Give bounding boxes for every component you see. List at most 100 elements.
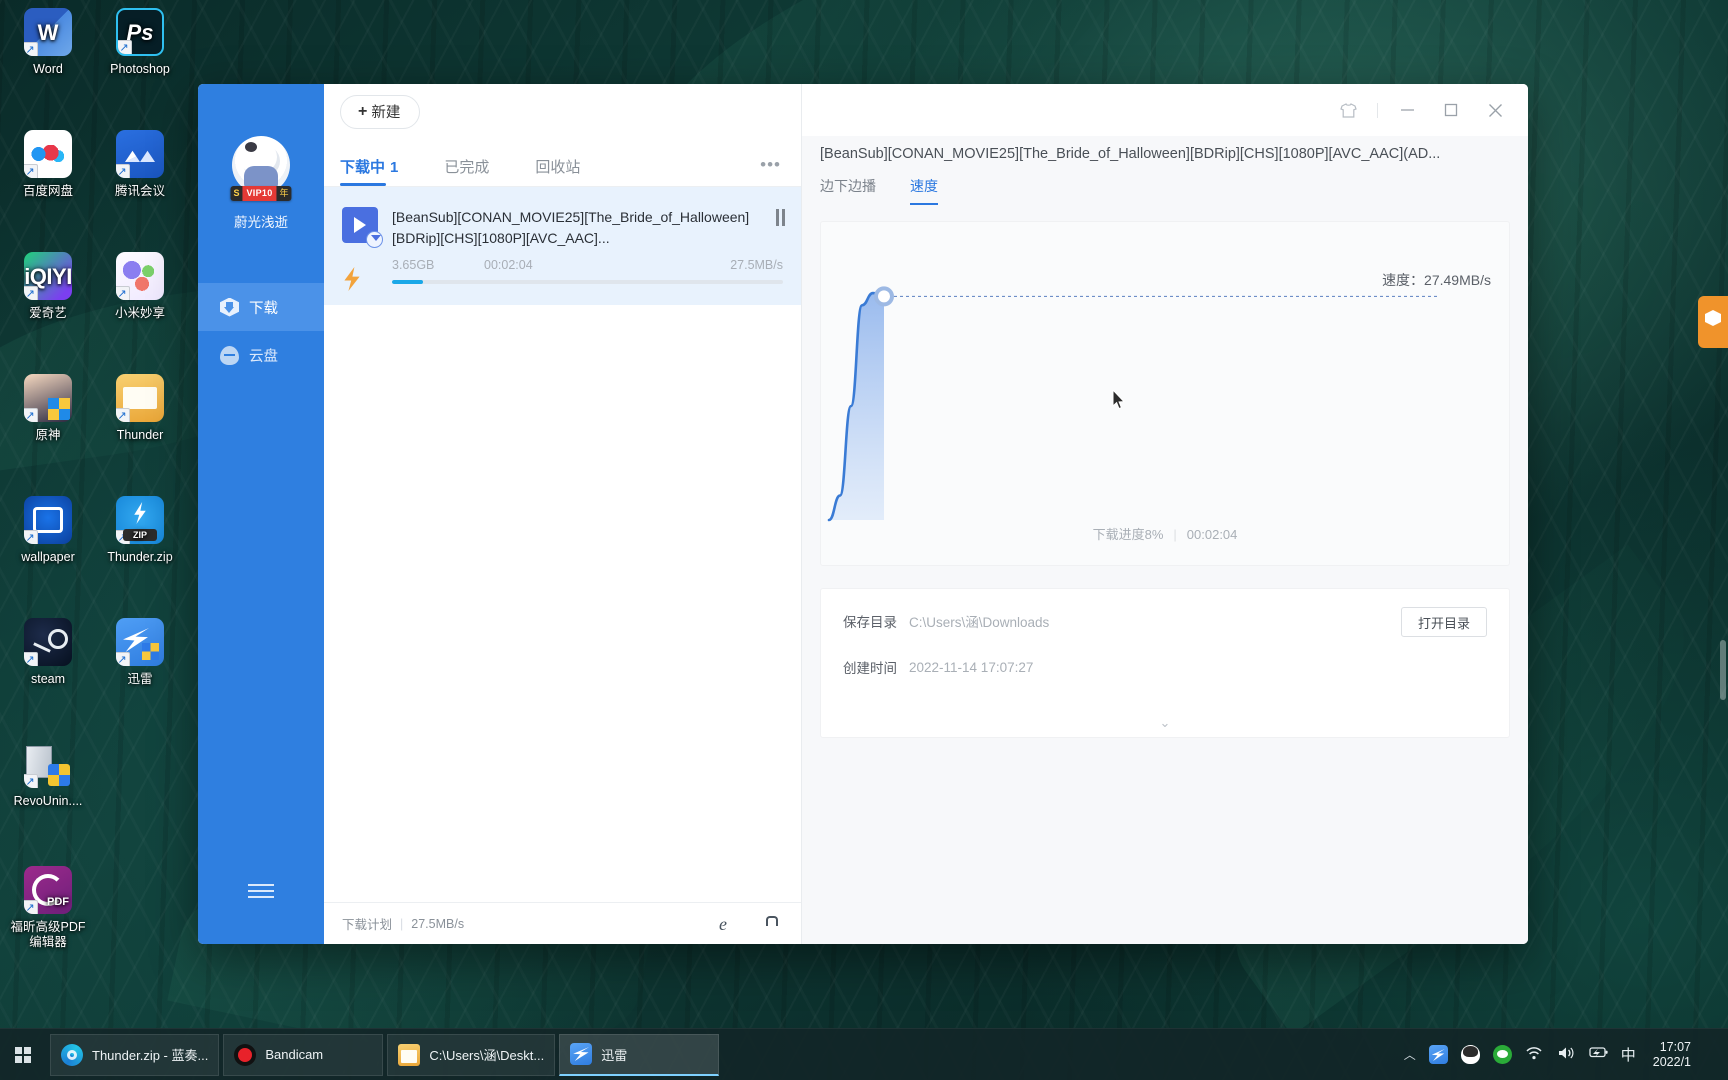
desktop-icon-baidu-netdisk[interactable]: ↗ 百度网盘 <box>4 130 92 199</box>
desktop-icon-steam[interactable]: ↗ steam <box>4 618 92 687</box>
play-icon <box>354 217 366 233</box>
desktop-icon-xiaomi-share[interactable]: ↗ 小米妙享 <box>96 252 184 321</box>
desktop-icon-label: 迅雷 <box>127 672 153 686</box>
avatar[interactable]: S VIP10 年 <box>230 136 292 201</box>
close-icon[interactable] <box>1480 95 1510 125</box>
desktop-icon-label: 原神 <box>35 428 61 442</box>
tencent-meeting-icon: ↗ <box>116 130 164 178</box>
lock-icon[interactable] <box>763 914 783 934</box>
pause-icon[interactable] <box>776 209 785 226</box>
shortcut-arrow-icon: ↗ <box>24 900 38 914</box>
word-icon: W ↗ <box>24 8 72 56</box>
tab-label: 下载中 <box>340 159 386 176</box>
shortcut-arrow-icon: ↗ <box>24 164 38 178</box>
steam-icon: ↗ <box>24 618 72 666</box>
lightning-boost-icon[interactable] <box>344 267 360 291</box>
desktop-icon-folder[interactable]: ↗ Thunder <box>96 374 184 443</box>
maximize-icon[interactable] <box>1436 95 1466 125</box>
shortcut-arrow-icon: ↗ <box>24 42 38 56</box>
desktop-side-widget[interactable] <box>1698 296 1728 348</box>
taskbar-item-bandicam[interactable]: Bandicam <box>223 1033 384 1076</box>
desktop-icon-tencent-meeting[interactable]: ↗ 腾讯会议 <box>96 130 184 199</box>
desktop-icon-label: Thunder.zip <box>107 550 173 564</box>
download-list-item[interactable]: [BeanSub][CONAN_MOVIE25][The_Bride_of_Ha… <box>324 187 801 305</box>
ime-indicator[interactable]: 中 <box>1621 1044 1636 1065</box>
wechat-tray-icon[interactable] <box>1492 1045 1512 1064</box>
wallpaper-engine-icon: ↗ <box>24 496 72 544</box>
wifi-icon[interactable] <box>1525 1045 1544 1064</box>
desktop-icon-photoshop[interactable]: Ps ↗ Photoshop <box>96 8 184 77</box>
sidebar-item-label: 下载 <box>249 300 278 317</box>
download-list-column: + 新建 下载中 1 已完成 回收站 ••• [BeanSub][CONAN_M… <box>324 84 802 944</box>
user-profile-block[interactable]: S VIP10 年 蔚光浅逝 <box>198 84 324 231</box>
detail-column: [BeanSub][CONAN_MOVIE25][The_Bride_of_Ha… <box>802 84 1528 944</box>
detail-title: [BeanSub][CONAN_MOVIE25][The_Bride_of_Ha… <box>820 146 1441 162</box>
shortcut-arrow-icon: ↗ <box>116 408 130 422</box>
taskbar-item-label: Thunder.zip - 蓝奏... <box>92 1048 209 1063</box>
folder-icon: ↗ <box>116 374 164 422</box>
taskbar-item-label: Bandicam <box>265 1047 324 1062</box>
tab-downloading[interactable]: 下载中 1 <box>340 156 398 186</box>
thunder-icon: ↗ <box>116 618 164 666</box>
ie-browser-icon[interactable]: e <box>719 914 739 934</box>
open-directory-button[interactable]: 打开目录 <box>1400 607 1487 637</box>
avatar-ear <box>245 142 257 152</box>
tshirt-icon[interactable] <box>1333 95 1363 125</box>
thunder-window: S VIP10 年 蔚光浅逝 下载 云盘 + 新建 下载中 1 已完成 回收站 … <box>198 84 1528 944</box>
taskbar-item-edge[interactable]: Thunder.zip - 蓝奏... <box>50 1033 220 1076</box>
tab-label: 已完成 <box>444 159 490 176</box>
list-tabs: 下载中 1 已完成 回收站 ••• <box>324 139 801 187</box>
desktop-icon-word[interactable]: W ↗ Word <box>4 8 92 77</box>
genshin-icon: ↗ <box>24 374 72 422</box>
sidebar-item-cloud[interactable]: 云盘 <box>198 331 324 379</box>
desktop-icon-thunder[interactable]: ↗ 迅雷 <box>96 618 184 687</box>
tab-recycle-bin[interactable]: 回收站 <box>535 156 580 186</box>
download-speed: 27.5MB/s <box>730 258 783 272</box>
volume-icon[interactable] <box>1557 1045 1576 1064</box>
taskbar-item-folder[interactable]: C:\Users\涵\Deskt... <box>387 1033 556 1076</box>
new-task-button[interactable]: + 新建 <box>340 94 420 129</box>
desktop-icon-zip-archive[interactable]: ↗ Thunder.zip <box>96 496 184 565</box>
chevron-down-icon[interactable]: ⌄ <box>821 715 1509 731</box>
more-options-icon[interactable]: ••• <box>760 155 781 186</box>
download-plan-label[interactable]: 下载计划 <box>342 914 392 933</box>
save-dir-label: 保存目录 <box>843 615 897 630</box>
video-thumbnail-icon <box>342 207 383 248</box>
speed-chart-card: 速度：27.49MB/s 下载进度8% | 00:02:04 <box>820 221 1510 566</box>
desktop-icon-revo-uninstaller[interactable]: ↗ RevoUnin.... <box>4 740 92 809</box>
desktop-icon-genshin[interactable]: ↗ 原神 <box>4 374 92 443</box>
thunder-tray-icon[interactable] <box>1428 1045 1448 1064</box>
download-eta: 00:02:04 <box>484 258 533 272</box>
chart-progress-text: 下载进度8% <box>1092 527 1164 542</box>
tray-expand-icon[interactable]: ︿ <box>1404 1046 1416 1063</box>
desktop-icon-label: 爱奇艺 <box>29 306 67 320</box>
chart-eta-text: 00:02:04 <box>1186 527 1238 542</box>
desktop-icon-wallpaper-engine[interactable]: ↗ wallpaper <box>4 496 92 565</box>
hamburger-menu-icon[interactable] <box>198 880 324 902</box>
tab-speed[interactable]: 速度 <box>910 176 938 205</box>
taskbar-item-thunder[interactable]: 迅雷 <box>559 1033 720 1076</box>
desktop-icon-iqiyi[interactable]: iQIYI ↗ 爱奇艺 <box>4 252 92 321</box>
vip-badge: S VIP10 年 <box>230 186 292 201</box>
shortcut-arrow-icon: ↗ <box>116 652 130 666</box>
qq-tray-icon[interactable] <box>1460 1045 1480 1064</box>
windows-start-icon[interactable] <box>0 1029 46 1080</box>
desktop-icon-foxit-pdf[interactable]: ↗ 福昕高级PDF编辑器 <box>4 866 92 950</box>
downloading-badge-icon <box>366 231 383 248</box>
tab-play-while-download[interactable]: 边下边播 <box>820 176 876 205</box>
thunder-icon <box>570 1043 593 1065</box>
desktop-icon-label: steam <box>30 672 66 686</box>
tab-completed[interactable]: 已完成 <box>444 156 489 186</box>
show-desktop-button[interactable] <box>1704 1029 1712 1080</box>
taskbar-item-label: 迅雷 <box>601 1047 628 1063</box>
taskbar: Thunder.zip - 蓝奏... Bandicam C:\Users\涵\De… <box>0 1028 1728 1080</box>
sidebar-item-download[interactable]: 下载 <box>198 283 324 331</box>
scrollbar-nub[interactable] <box>1720 640 1726 700</box>
clock-date: 2022/1 <box>1652 1054 1691 1069</box>
created-time-label: 创建时间 <box>843 661 897 676</box>
minimize-icon[interactable] <box>1392 95 1422 125</box>
tab-label: 回收站 <box>535 159 581 176</box>
clock[interactable]: 17:07 2022/1 <box>1649 1040 1691 1070</box>
battery-icon[interactable] <box>1589 1045 1608 1064</box>
download-list: [BeanSub][CONAN_MOVIE25][The_Bride_of_Ha… <box>324 187 801 902</box>
